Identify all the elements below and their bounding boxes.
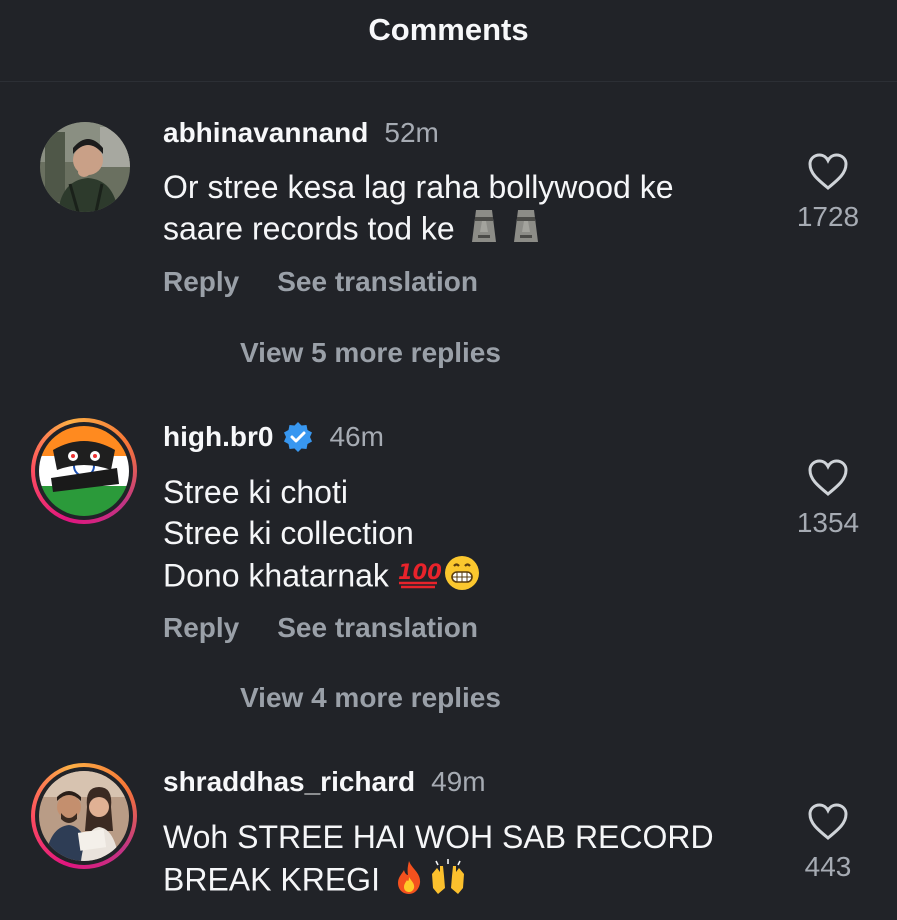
comment-meta: high.br0 46m bbox=[163, 421, 384, 453]
like-count: 443 bbox=[804, 851, 852, 882]
comment-actions: Reply See translation bbox=[163, 612, 478, 644]
comment-meta: shraddhas_richard 49m bbox=[163, 766, 486, 798]
comment-meta: abhinavannand 52m bbox=[163, 117, 439, 149]
avatar-ring bbox=[35, 422, 133, 520]
view-replies-button[interactable]: View 4 more replies bbox=[240, 682, 501, 714]
comment-text: Woh STREE HAI WOH SAB RECORD BREAK KREGI bbox=[163, 817, 714, 906]
avatar[interactable] bbox=[31, 418, 137, 524]
fire-emoji bbox=[394, 859, 424, 905]
like-count: 1728 bbox=[796, 201, 860, 232]
moai-emoji bbox=[469, 208, 499, 254]
comment-actions: Reply See translation bbox=[163, 266, 478, 298]
comment-line: BREAK KREGI bbox=[163, 861, 380, 898]
heart-icon[interactable] bbox=[807, 153, 849, 191]
like-control: 443 bbox=[795, 803, 861, 883]
raising-hands-emoji bbox=[428, 858, 468, 906]
comment-line: saare records tod ke bbox=[163, 210, 455, 247]
avatar-image bbox=[39, 771, 129, 861]
comment-username[interactable]: shraddhas_richard bbox=[163, 766, 415, 798]
comments-header: Comments bbox=[0, 0, 897, 82]
avatar[interactable] bbox=[40, 122, 130, 212]
reply-button[interactable]: Reply bbox=[163, 612, 239, 644]
comment-line-with-emoji: saare records tod ke bbox=[163, 208, 673, 254]
grinning-face-emoji bbox=[443, 554, 481, 602]
comment-text: Stree ki choti Stree ki collection Dono … bbox=[163, 472, 481, 602]
avatar-ring bbox=[35, 767, 133, 865]
comment-line: Woh STREE HAI WOH SAB RECORD bbox=[163, 819, 714, 855]
moai-emoji bbox=[511, 208, 541, 254]
reply-button[interactable]: Reply bbox=[163, 266, 239, 298]
see-translation-button[interactable]: See translation bbox=[277, 266, 478, 298]
comment-time: 46m bbox=[329, 421, 384, 452]
header-title: Comments bbox=[368, 12, 529, 47]
comment-line: Or stree kesa lag raha bollywood ke bbox=[163, 169, 674, 205]
comment-line: Stree ki choti bbox=[163, 474, 348, 510]
like-count: 1354 bbox=[796, 507, 860, 538]
verified-badge-icon bbox=[284, 422, 313, 452]
svg-text:100: 100 bbox=[398, 560, 441, 584]
comment-line: Dono khatarnak bbox=[163, 557, 389, 594]
avatar[interactable] bbox=[31, 763, 137, 869]
comment-time: 49m bbox=[431, 766, 486, 797]
comment-text: Or stree kesa lag raha bollywood ke saar… bbox=[163, 167, 673, 254]
avatar-image bbox=[39, 426, 129, 516]
like-control: 1354 bbox=[795, 459, 861, 539]
comment-username[interactable]: high.br0 bbox=[163, 421, 273, 453]
comment-line: Stree ki collection bbox=[163, 515, 414, 551]
heart-icon[interactable] bbox=[807, 459, 849, 497]
comment-line-with-emoji: BREAK KREGI bbox=[163, 858, 714, 906]
view-replies-button[interactable]: View 5 more replies bbox=[240, 337, 501, 369]
hundred-points-emoji: 100 bbox=[397, 555, 442, 601]
heart-icon[interactable] bbox=[807, 803, 849, 841]
comment-username[interactable]: abhinavannand bbox=[163, 117, 368, 149]
comment-time: 52m bbox=[384, 117, 439, 148]
comment-line-with-emoji: Dono khatarnak 100 bbox=[163, 554, 481, 602]
see-translation-button[interactable]: See translation bbox=[277, 612, 478, 644]
like-control: 1728 bbox=[795, 153, 861, 233]
